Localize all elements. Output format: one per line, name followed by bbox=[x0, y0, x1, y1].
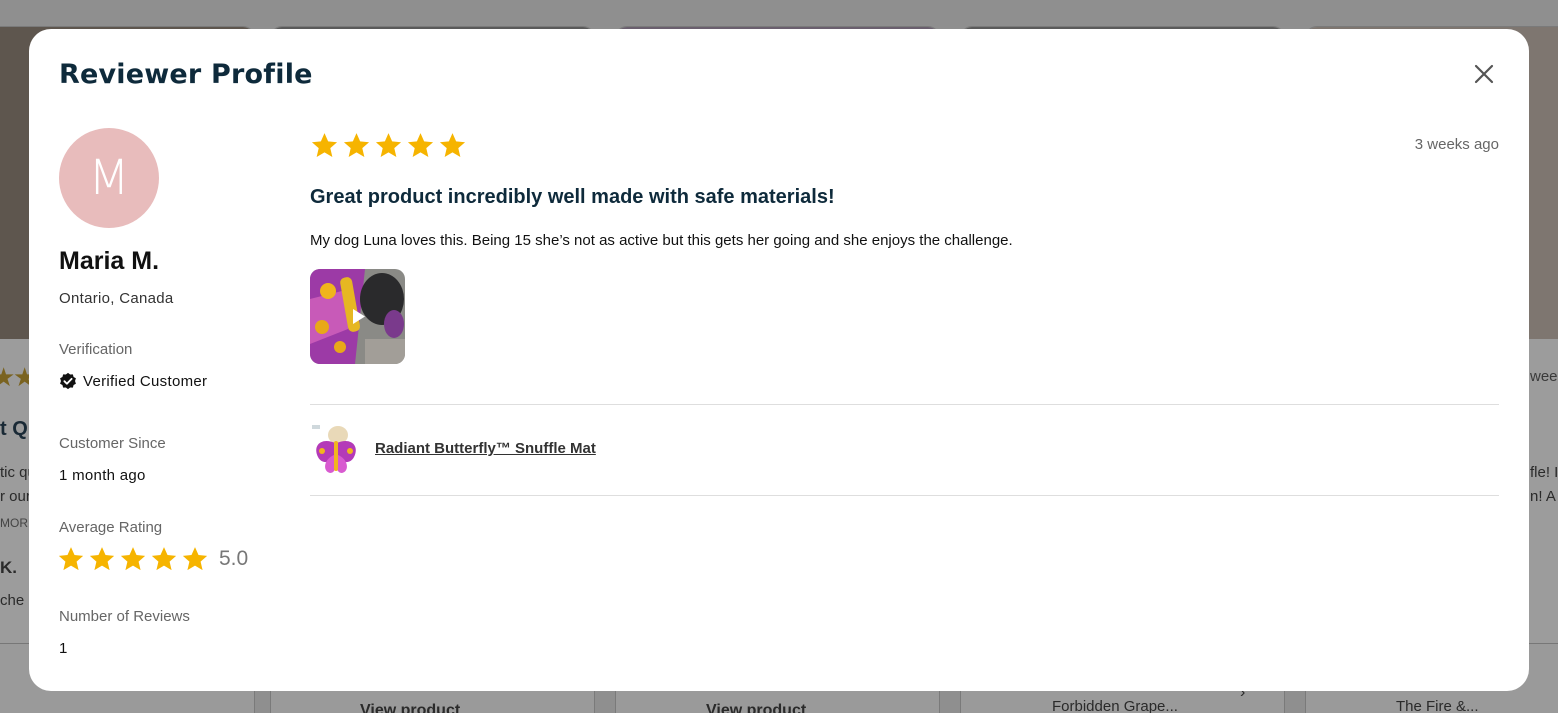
background-snippet: n! A bbox=[1530, 488, 1556, 505]
reviewer-name: Maria M. bbox=[59, 247, 160, 275]
verified-badge-icon bbox=[60, 372, 76, 390]
star-icon bbox=[58, 547, 84, 571]
star-icon bbox=[407, 133, 434, 157]
reviewer-profile-modal: Reviewer Profile M Maria M. Ontario, Can… bbox=[29, 29, 1529, 691]
customer-since-label: Customer Since bbox=[59, 435, 166, 452]
review-title: Great product incredibly well made with … bbox=[310, 186, 835, 208]
average-rating: 5.0 bbox=[57, 545, 248, 573]
background-product-link: View product bbox=[706, 702, 807, 713]
butterfly-mat-image bbox=[310, 423, 360, 475]
background-product-link: Forbidden Grape... bbox=[1052, 698, 1178, 713]
star-icon bbox=[439, 133, 466, 157]
close-button[interactable] bbox=[1469, 59, 1499, 89]
verification-value: Verified Customer bbox=[59, 372, 207, 390]
star-icon bbox=[311, 133, 338, 157]
avatar: M bbox=[59, 128, 159, 228]
modal-title: Reviewer Profile bbox=[59, 59, 313, 90]
review-rating-stars bbox=[310, 131, 467, 160]
average-rating-value: 5.0 bbox=[219, 547, 249, 570]
product-link[interactable]: Radiant Butterfly™ Snuffle Mat bbox=[375, 440, 596, 457]
average-rating-stars bbox=[57, 545, 209, 573]
review-body: My dog Luna loves this. Being 15 she’s n… bbox=[310, 232, 1013, 249]
background-snippet: fle! I bbox=[1530, 464, 1558, 481]
background-snippet: che bbox=[0, 592, 25, 609]
star-icon bbox=[375, 133, 402, 157]
number-of-reviews-label: Number of Reviews bbox=[59, 608, 190, 625]
star-icon bbox=[120, 547, 146, 571]
close-icon bbox=[1474, 64, 1494, 84]
avatar-initial: M bbox=[88, 150, 130, 206]
background-product-link: View product bbox=[360, 702, 461, 713]
star-icon bbox=[182, 547, 208, 571]
product-thumbnail[interactable] bbox=[310, 423, 360, 475]
background-snippet: K. bbox=[0, 558, 17, 577]
play-icon bbox=[353, 309, 365, 324]
number-of-reviews-value: 1 bbox=[59, 640, 68, 657]
average-rating-label: Average Rating bbox=[59, 519, 163, 536]
review-video-thumbnail[interactable] bbox=[310, 269, 405, 364]
reviewer-location: Ontario, Canada bbox=[59, 290, 174, 307]
background-snippet: wee bbox=[1530, 368, 1558, 385]
verification-label: Verification bbox=[59, 341, 133, 358]
star-icon bbox=[343, 133, 370, 157]
verified-customer-text: Verified Customer bbox=[83, 372, 208, 390]
customer-since-value: 1 month ago bbox=[59, 467, 146, 484]
background-snippet: r our bbox=[0, 488, 31, 505]
divider bbox=[310, 495, 1499, 496]
star-icon bbox=[89, 547, 115, 571]
divider bbox=[310, 404, 1499, 405]
star-icon bbox=[151, 547, 177, 571]
review-date: 3 weeks ago bbox=[1414, 136, 1499, 153]
background-product-link: The Fire &... bbox=[1396, 698, 1479, 713]
